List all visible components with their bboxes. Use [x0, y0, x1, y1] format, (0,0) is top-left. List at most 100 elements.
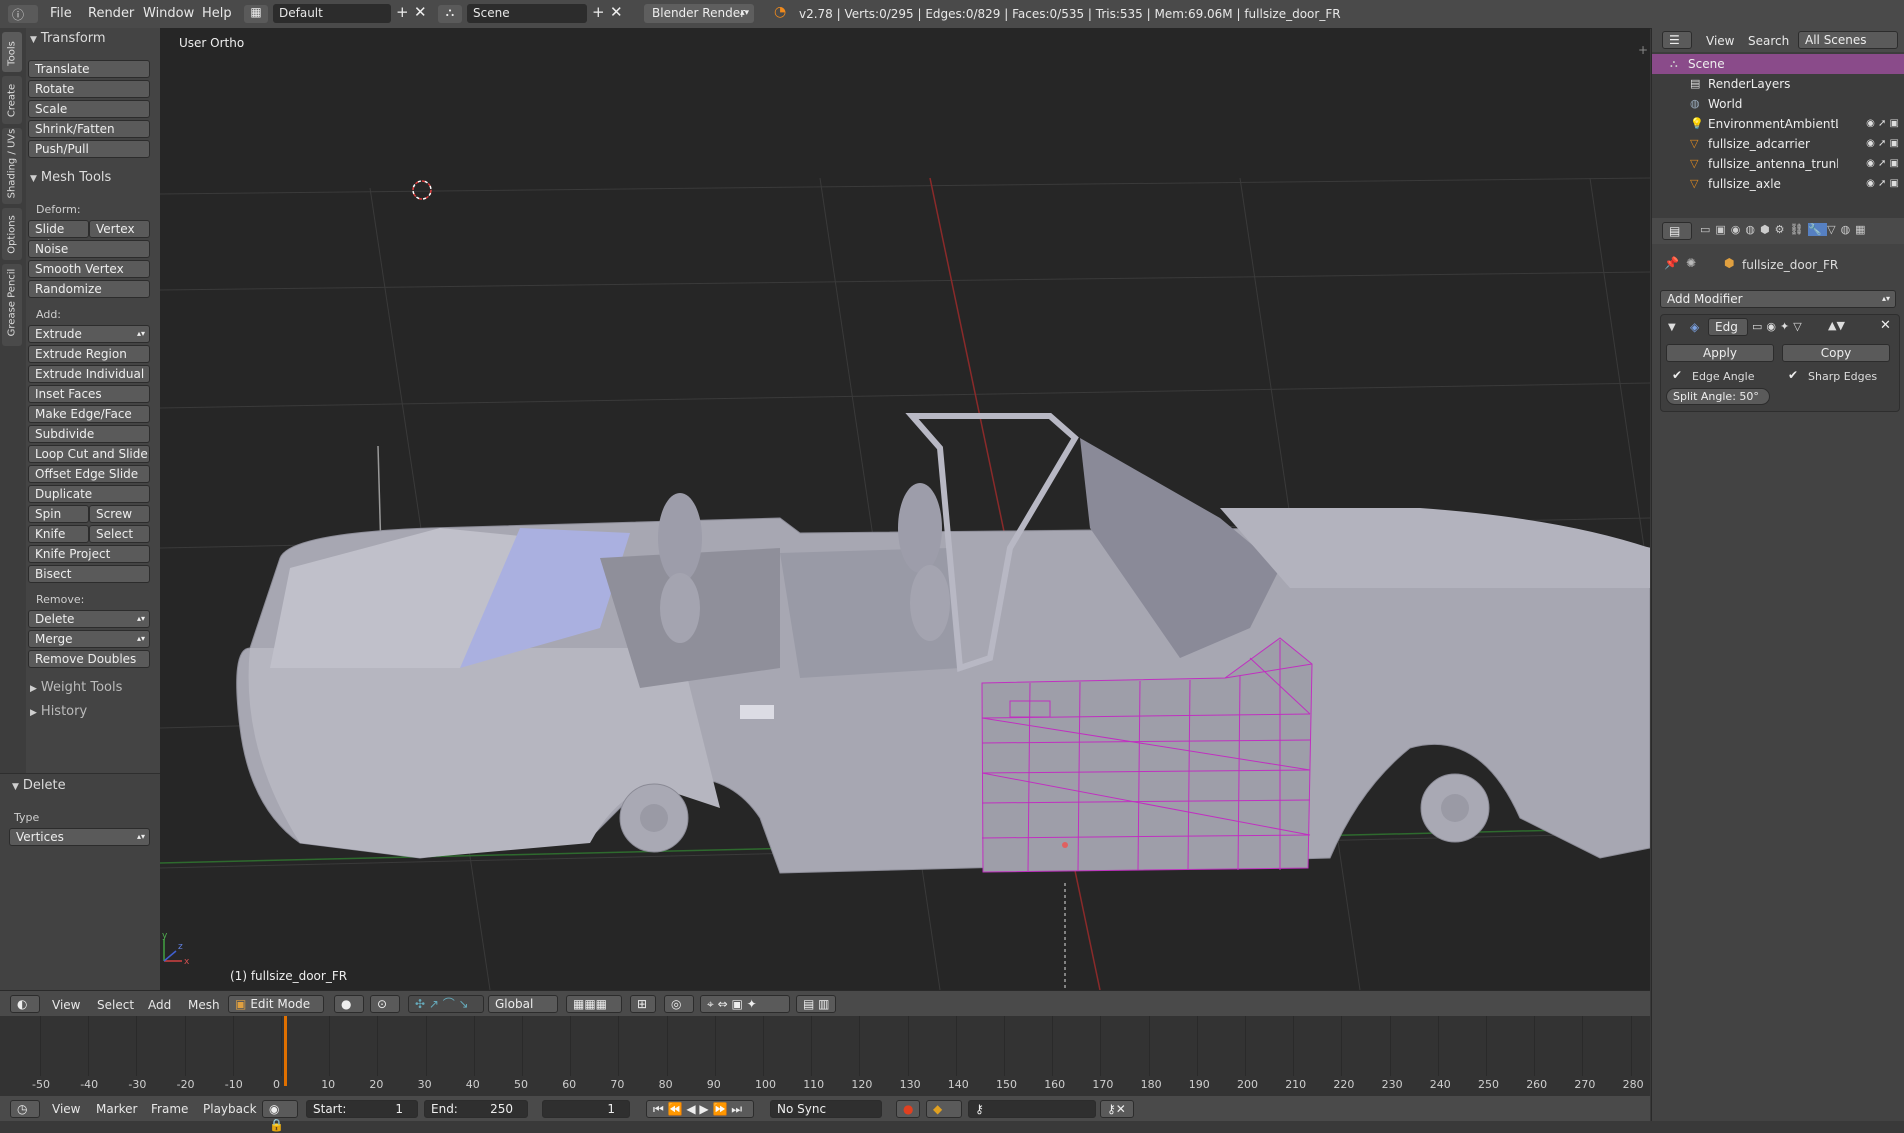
menu-help[interactable]: Help: [202, 6, 232, 21]
loop-cut-slide-button[interactable]: Loop Cut and Slide: [28, 445, 150, 463]
menu-render[interactable]: Render: [88, 6, 134, 21]
extrude-region-button[interactable]: Extrude Region: [28, 345, 150, 363]
outliner-item[interactable]: ▽ fullsize_antenna_trunk ◉ ➚ ▣: [1652, 154, 1904, 174]
add-menu[interactable]: Add: [148, 998, 171, 1012]
inset-faces-button[interactable]: Inset Faces: [28, 385, 150, 403]
visibility-toggles[interactable]: ◉ ➚ ▣: [1866, 154, 1899, 174]
tab-options[interactable]: Options: [2, 208, 22, 260]
proportional-edit-dropdown[interactable]: ◎: [664, 995, 694, 1013]
timeline[interactable]: -50 -40 -30 -20 -10 0 10 20 30 40 50 60 70 80 90 100 110…: [0, 1016, 1650, 1096]
push-pull-button[interactable]: Push/Pull: [28, 140, 150, 158]
remove-doubles-button[interactable]: Remove Doubles: [28, 650, 150, 668]
spin-button[interactable]: Spin: [28, 505, 89, 523]
keyframe-insert-buttons[interactable]: ⚷✕: [1100, 1100, 1134, 1118]
mode-dropdown[interactable]: ▣ Edit Mode: [228, 995, 324, 1013]
duplicate-button[interactable]: Duplicate: [28, 485, 150, 503]
transform-panel-header[interactable]: ▼ Transform: [30, 31, 106, 46]
offset-edge-slide-button[interactable]: Offset Edge Slide: [28, 465, 150, 483]
operator-type-dropdown[interactable]: Vertices ▴▾: [9, 828, 150, 846]
view-menu[interactable]: View: [52, 998, 80, 1012]
3d-cursor[interactable]: [412, 180, 432, 200]
knife-select-button[interactable]: Select: [89, 525, 150, 543]
shrink-fatten-button[interactable]: Shrink/Fatten: [28, 120, 150, 138]
pivot-dropdown[interactable]: ⊙: [370, 995, 400, 1013]
merge-dropdown[interactable]: Merge ▴▾: [28, 630, 150, 648]
outliner-display-dropdown[interactable]: All Scenes: [1798, 31, 1898, 49]
remove-scene-icon[interactable]: ✕: [610, 3, 623, 21]
shading-dropdown[interactable]: ●: [334, 995, 364, 1013]
slide-vertex-button[interactable]: Vertex: [89, 220, 150, 238]
noise-button[interactable]: Noise: [28, 240, 150, 258]
snap-select-button[interactable]: ⊞: [630, 995, 656, 1013]
knife-button[interactable]: Knife: [28, 525, 89, 543]
add-scene-icon[interactable]: +: [592, 3, 605, 21]
modifier-name-field[interactable]: Edg: [1708, 318, 1748, 336]
modifier-visibility-icons[interactable]: ▭◉✦▽: [1752, 320, 1806, 333]
outliner-search-menu[interactable]: Search: [1748, 34, 1789, 48]
outliner-item[interactable]: 💡 EnvironmentAmbientLi ◉ ➚ ▣: [1652, 114, 1904, 134]
start-frame-field[interactable]: Start: 1: [306, 1100, 418, 1118]
mesh-menu[interactable]: Mesh: [188, 998, 220, 1012]
history-panel-header[interactable]: ▶ History: [30, 704, 87, 719]
visibility-toggles[interactable]: ◉ ➚ ▣: [1866, 134, 1899, 154]
playback-controls[interactable]: ⏮ ⏪ ◀ ▶ ⏩ ⏭: [646, 1100, 754, 1118]
tab-create[interactable]: Create: [2, 76, 22, 124]
delete-dropdown[interactable]: Delete ▴▾: [28, 610, 150, 628]
timeline-view-menu[interactable]: View: [52, 1102, 80, 1116]
layout-icon[interactable]: ▦: [244, 5, 268, 23]
outliner-item[interactable]: ▽ fullsize_axle ◉ ➚ ▣: [1652, 174, 1904, 194]
screen-layout-field[interactable]: Default: [273, 4, 391, 23]
add-modifier-dropdown[interactable]: Add Modifier ▴▾: [1660, 290, 1896, 308]
modifier-move-buttons[interactable]: ▲▼: [1828, 319, 1845, 332]
slide-edge-button[interactable]: Slide Edge: [28, 220, 89, 252]
tab-grease-pencil[interactable]: Grease Pencil: [2, 264, 22, 346]
menu-window[interactable]: Window: [143, 6, 194, 21]
scale-button[interactable]: Scale: [28, 100, 150, 118]
keyframe-type-dropdown[interactable]: ◆: [926, 1100, 962, 1118]
knife-project-button[interactable]: Knife Project: [28, 545, 150, 563]
viewport-region-toggle[interactable]: +: [1638, 43, 1648, 57]
outliner-editor-type-button[interactable]: ☰: [1662, 31, 1692, 49]
pin-icon[interactable]: 📌: [1664, 256, 1679, 270]
select-menu[interactable]: Select: [97, 998, 134, 1012]
outliner-item[interactable]: ⛬ Scene: [1652, 54, 1904, 74]
make-edge-face-button[interactable]: Make Edge/Face: [28, 405, 150, 423]
timeline-marker-menu[interactable]: Marker: [96, 1102, 137, 1116]
end-frame-field[interactable]: End: 250: [424, 1100, 528, 1118]
outliner-item[interactable]: ◍ World: [1652, 94, 1904, 114]
sync-dropdown[interactable]: No Sync: [770, 1100, 882, 1118]
outliner-item[interactable]: ▤ RenderLayers: [1652, 74, 1904, 94]
split-angle-slider[interactable]: Split Angle: 50°: [1666, 388, 1770, 405]
car-mesh[interactable]: [236, 413, 1650, 874]
smooth-vertex-button[interactable]: Smooth Vertex: [28, 260, 150, 278]
render-engine-dropdown[interactable]: Blender Render ▴▾: [644, 4, 754, 23]
screw-button[interactable]: Screw: [89, 505, 150, 523]
scene-field[interactable]: Scene: [467, 4, 587, 23]
modifier-collapse-icon[interactable]: ▼: [1668, 322, 1676, 333]
keying-set-field[interactable]: ⚷: [968, 1100, 1096, 1118]
apply-button[interactable]: Apply: [1666, 344, 1774, 362]
record-button[interactable]: ●: [896, 1100, 920, 1118]
visibility-toggles[interactable]: ◉ ➚ ▣: [1866, 174, 1899, 194]
edge-angle-checkbox[interactable]: ✔: [1672, 368, 1682, 382]
extrude-individual-button[interactable]: Extrude Individual: [28, 365, 150, 383]
current-frame-field[interactable]: 1: [542, 1100, 630, 1118]
outliner-view-menu[interactable]: View: [1706, 34, 1734, 48]
extrude-dropdown[interactable]: Extrude ▴▾: [28, 325, 150, 343]
property-context-tabs[interactable]: ▭▣◉◍⬢⚙⛓🔧▽◍▦: [1700, 223, 1900, 239]
editor-type-button[interactable]: ◐: [10, 995, 40, 1013]
bisect-button[interactable]: Bisect: [28, 565, 150, 583]
operator-panel-header[interactable]: ▼ Delete: [12, 778, 66, 793]
copy-button[interactable]: Copy: [1782, 344, 1890, 362]
timeline-playback-menu[interactable]: Playback: [203, 1102, 257, 1116]
remove-layout-icon[interactable]: ✕: [414, 3, 427, 21]
tab-shading-uvs[interactable]: Shading / UVs: [2, 128, 22, 204]
timeline-frame-menu[interactable]: Frame: [151, 1102, 188, 1116]
outliner-item[interactable]: ▽ fullsize_adcarrier ◉ ➚ ▣: [1652, 134, 1904, 154]
add-layout-icon[interactable]: +: [396, 3, 409, 21]
render-buttons[interactable]: ▤ ▥: [796, 995, 836, 1013]
timeline-editor-type-button[interactable]: ◷: [10, 1100, 40, 1118]
randomize-button[interactable]: Randomize: [28, 280, 150, 298]
translate-button[interactable]: Translate: [28, 60, 150, 78]
layer-buttons[interactable]: ▦▦▦: [566, 995, 622, 1013]
